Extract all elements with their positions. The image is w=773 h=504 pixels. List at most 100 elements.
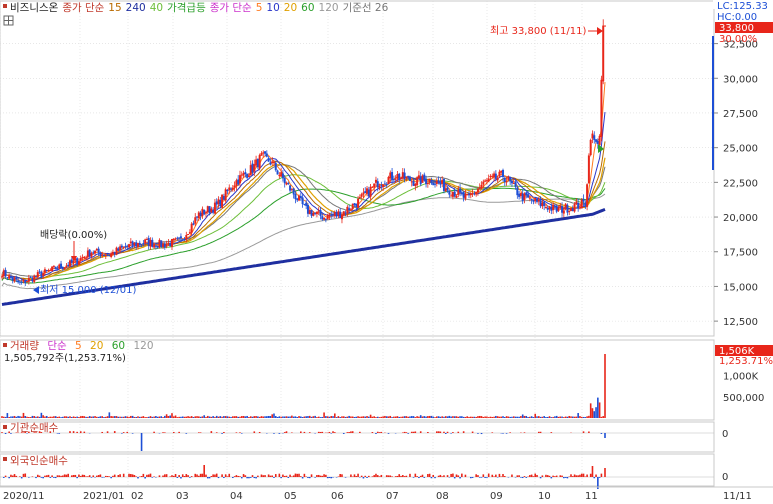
volume-bar xyxy=(602,416,605,418)
volume-bar xyxy=(237,416,239,418)
volume-bar xyxy=(353,416,356,418)
candle-body xyxy=(269,162,272,165)
foreign-bar xyxy=(85,476,87,477)
candle-body xyxy=(491,175,494,177)
volume-bar xyxy=(267,415,270,418)
volume-bar xyxy=(368,416,370,418)
vol-pct-label: 1,253.71% xyxy=(719,356,773,367)
volume-bar xyxy=(312,416,315,418)
time-tick-label: 09 xyxy=(490,491,503,502)
lc-readout: LC:125.33 xyxy=(717,1,768,12)
candle-body xyxy=(228,187,231,191)
candle-body xyxy=(22,279,25,282)
volume-bar xyxy=(400,416,402,418)
volume-bar xyxy=(452,416,454,418)
candle-body xyxy=(328,215,331,217)
volume-bar xyxy=(253,416,256,418)
institution-bar xyxy=(387,433,390,434)
candle-body xyxy=(287,183,290,185)
volume-bar xyxy=(405,416,408,418)
candle-body xyxy=(119,246,122,251)
candle-body xyxy=(369,186,372,197)
candle-body xyxy=(58,264,61,269)
foreign-bar xyxy=(441,476,443,477)
institution-bar xyxy=(300,431,302,433)
institution-bar xyxy=(83,431,86,433)
foreign-bar xyxy=(326,477,329,479)
candle-body xyxy=(43,269,46,273)
candle-body xyxy=(106,254,109,256)
candle-body xyxy=(24,280,27,284)
volume-bar xyxy=(441,416,443,418)
institution-bar xyxy=(198,432,200,433)
candle-body xyxy=(238,175,241,184)
high-label: 최고 33,800 (11/11) xyxy=(490,25,586,37)
volume-bar xyxy=(76,416,78,418)
candle-body xyxy=(267,158,270,162)
foreign-bar xyxy=(330,477,333,479)
institution-bar xyxy=(113,431,116,433)
volume-bar xyxy=(185,416,188,418)
foreign-bar xyxy=(323,474,325,477)
institution-bar xyxy=(582,431,585,433)
candle-body xyxy=(544,207,547,209)
candle-body xyxy=(38,271,41,273)
volume-bar xyxy=(58,416,61,418)
volume-bar xyxy=(444,416,447,418)
institution-bar xyxy=(122,432,125,433)
volume-bar xyxy=(591,408,594,418)
volume-bar xyxy=(409,416,411,418)
foreign-bar xyxy=(208,477,211,479)
legend-item: 종가 단순 xyxy=(210,2,252,14)
candle-body xyxy=(434,183,437,185)
volume-bar xyxy=(164,415,166,418)
volume-bar xyxy=(192,417,195,418)
candle-body xyxy=(262,152,265,154)
foreign-bar xyxy=(232,477,234,479)
institution-bar xyxy=(412,431,415,433)
foreign-bar xyxy=(412,477,415,478)
candle-body xyxy=(65,265,68,267)
volume-bar xyxy=(396,416,399,418)
foreign-bar xyxy=(385,475,388,477)
candle-body xyxy=(432,182,435,186)
volume-info: 1,505,792주(1,253.71%) xyxy=(4,353,126,364)
volume-bar xyxy=(432,416,435,418)
candle-body xyxy=(247,175,250,178)
volume-bar xyxy=(70,417,73,418)
candle-body xyxy=(537,199,540,202)
volume-bar xyxy=(418,416,420,418)
foreign-bar xyxy=(396,475,399,477)
institution-bar xyxy=(303,431,306,433)
price-tick-label: 15,000 xyxy=(723,282,758,293)
volume-bar xyxy=(378,417,381,418)
volume-bar xyxy=(546,416,549,418)
foreign-bar xyxy=(181,474,184,477)
volume-bar xyxy=(307,416,309,418)
candle-body xyxy=(196,216,199,218)
foreign-bar xyxy=(51,475,53,477)
time-tick-label: 11 xyxy=(585,491,598,502)
candle-body xyxy=(518,193,521,197)
foreign-bar xyxy=(561,475,563,477)
candle-body xyxy=(104,255,107,257)
institution-bar xyxy=(178,431,180,433)
candle-body xyxy=(580,199,583,209)
volume-bar xyxy=(416,416,418,418)
volume-bar xyxy=(4,416,7,418)
candle-body xyxy=(500,170,503,173)
foreign-bar xyxy=(478,477,481,478)
institution-bar xyxy=(235,432,238,433)
foreign-bar xyxy=(464,474,467,477)
foreign-bar xyxy=(364,475,367,477)
foreign-bar xyxy=(493,476,495,477)
foreign-bar xyxy=(421,474,424,477)
foreign-bar xyxy=(486,477,488,478)
foreign-bar xyxy=(416,476,418,477)
candle-body xyxy=(600,79,603,137)
foreign-panel-frame xyxy=(0,453,715,487)
volume-bar xyxy=(42,415,44,418)
candle-body xyxy=(126,245,129,247)
candle-body xyxy=(593,135,596,141)
institution-bar xyxy=(342,433,345,434)
